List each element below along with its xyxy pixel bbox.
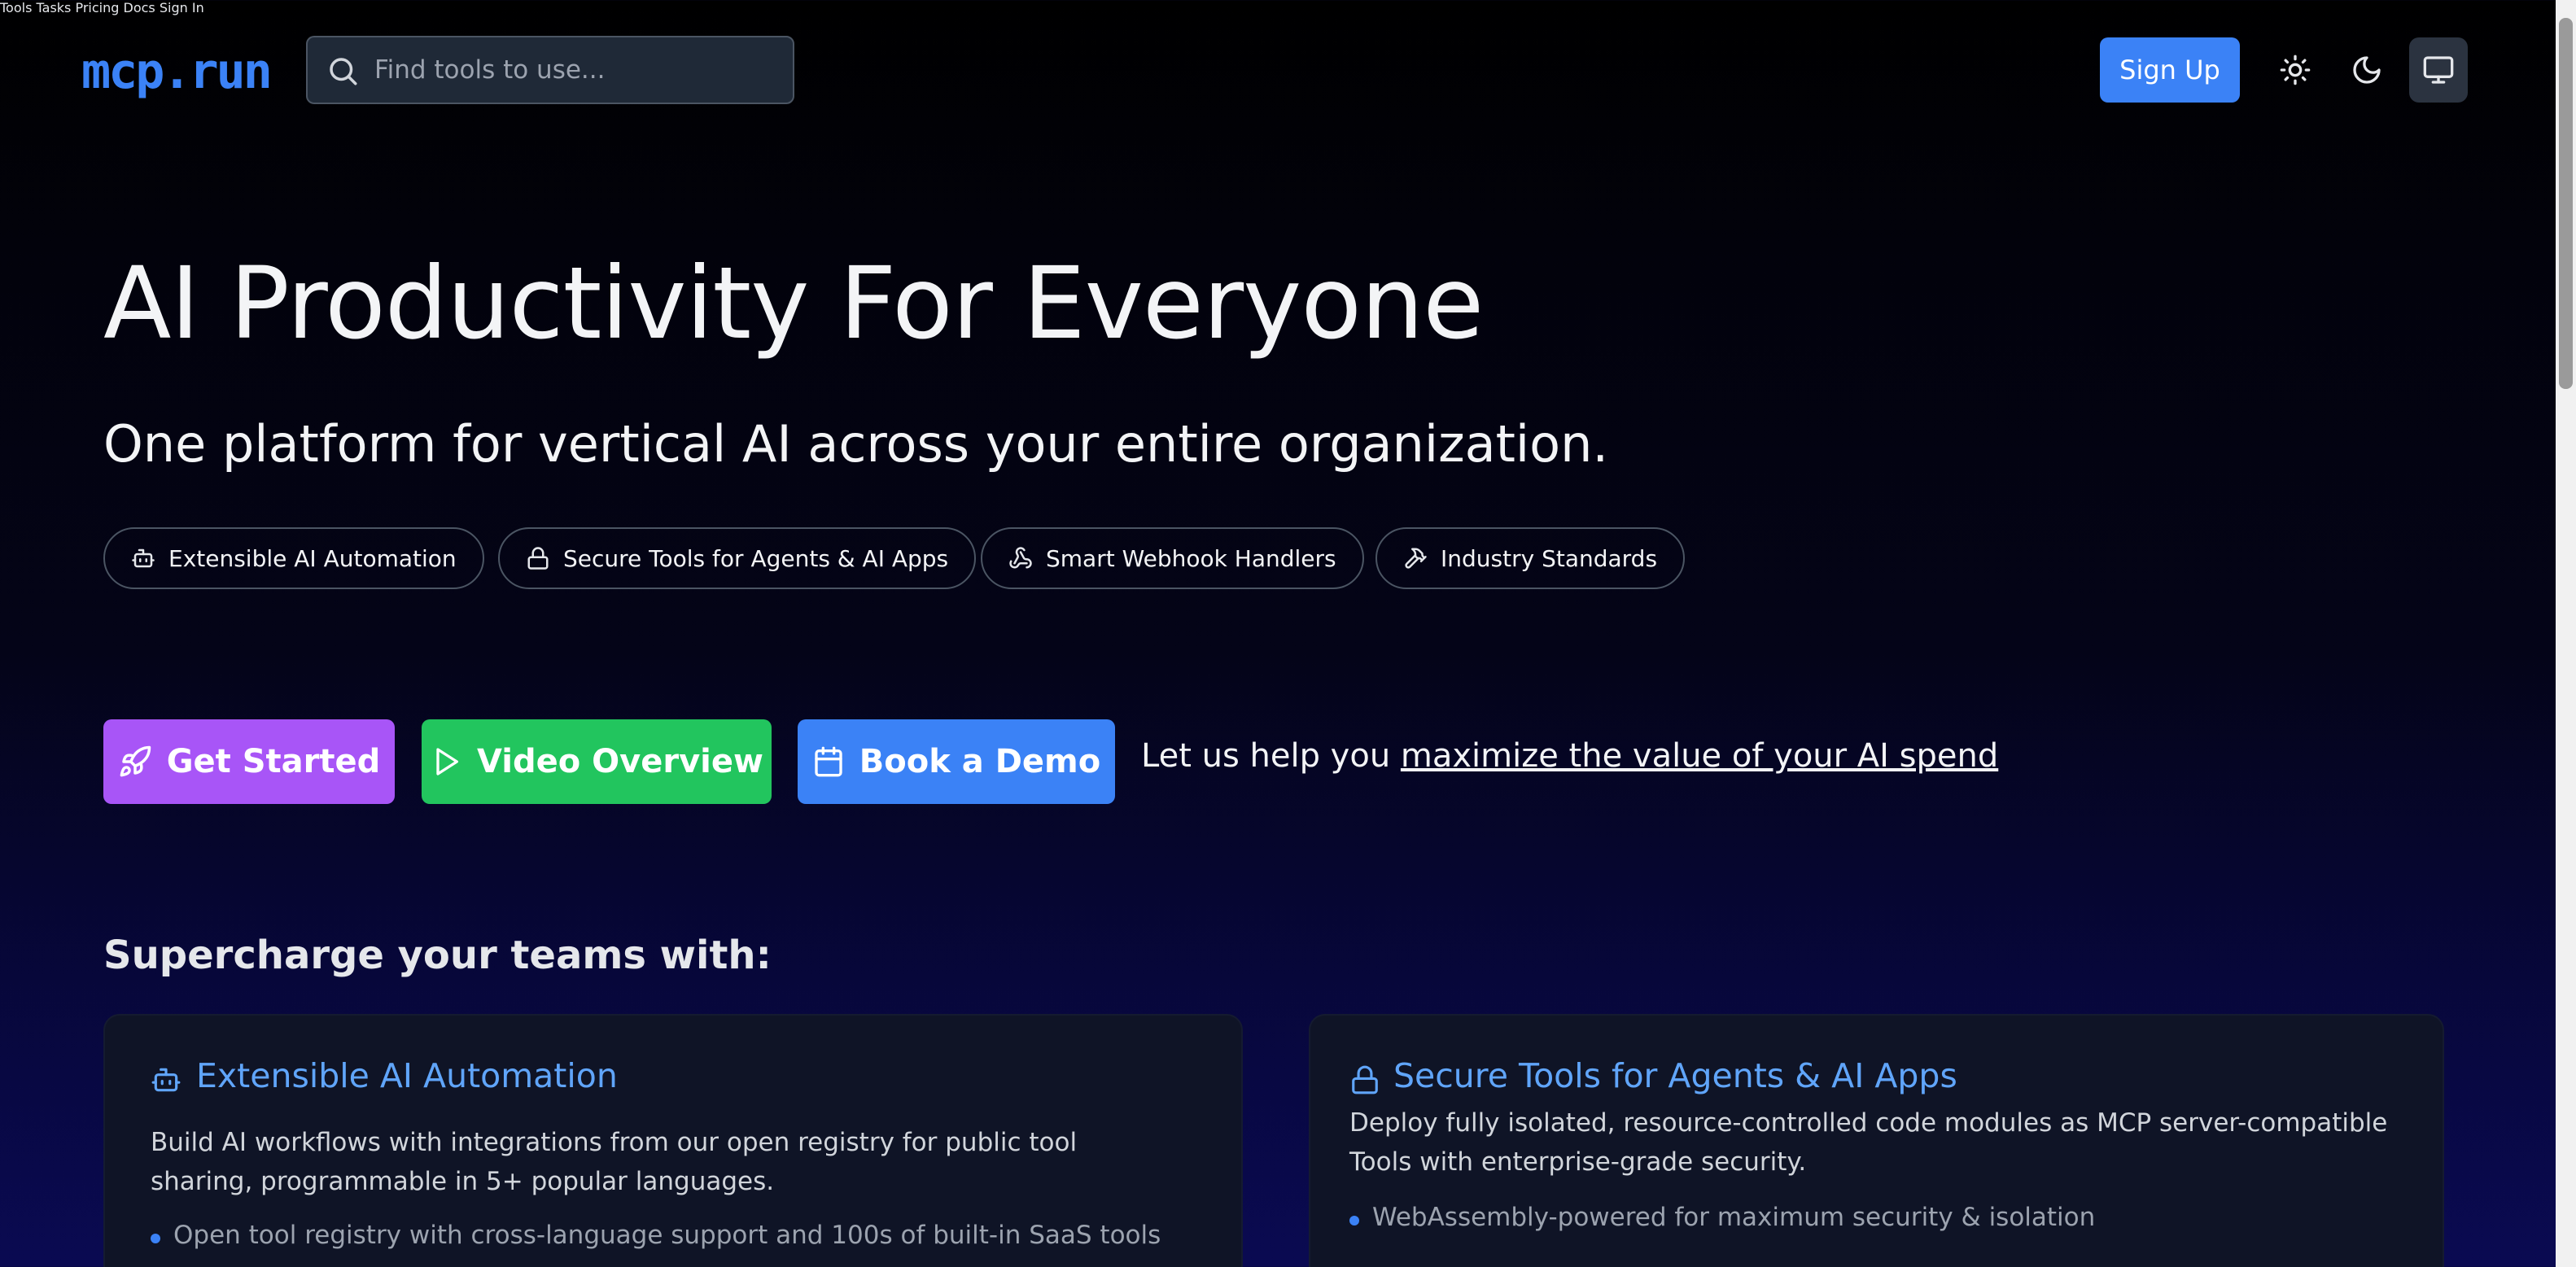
button-label: Book a Demo [859,743,1101,780]
maximize-value-link[interactable]: maximize the value of your AI spend [1401,737,1998,775]
feature-card-secure-tools: Secure Tools for Agents & AI Apps Deploy… [1309,1014,2444,1267]
get-started-button[interactable]: Get Started [103,719,395,804]
card-bullet: WebAssembly-powered for maximum security… [1349,1203,2096,1232]
button-label: Get Started [166,743,381,780]
hero-subtitle: One platform for vertical AI across your… [103,414,1609,474]
pill-label: Industry Standards [1441,544,1658,572]
search-icon [330,58,357,85]
bot-icon [151,1068,181,1092]
nav-docs[interactable]: Docs [124,0,155,15]
card-title: Secure Tools for Agents & AI Apps [1393,1056,1957,1095]
play-icon [436,748,459,775]
nav-sign-in[interactable]: Sign In [160,0,204,15]
monitor-icon [2423,56,2454,84]
nav-pricing[interactable]: Pricing [75,0,119,15]
search-input[interactable] [374,37,781,103]
card-description: Build AI workflows with integrations fro… [151,1128,1078,1196]
button-label: Video Overview [477,743,763,780]
lock-icon [1352,1065,1378,1094]
pill-extensible-ai-automation[interactable]: Extensible AI Automation [103,527,484,589]
lock-icon [527,547,549,570]
pill-secure-tools[interactable]: Secure Tools for Agents & AI Apps [498,527,977,589]
webhook-icon [1009,547,1032,569]
sun-icon [2280,55,2311,85]
site-header: mcp.run Tools Tasks Pricing Docs Sign In… [0,0,2556,140]
help-prefix: Let us help you [1141,737,1401,775]
search-box[interactable] [306,36,794,104]
pill-label: Secure Tools for Agents & AI Apps [563,544,949,572]
pill-label: Extensible AI Automation [168,544,457,572]
scrollbar[interactable] [2556,0,2576,1267]
pill-industry-standards[interactable]: Industry Standards [1375,527,1686,589]
video-overview-button[interactable]: Video Overview [422,719,772,804]
card-bullet: Open tool registry with cross-language s… [150,1221,1161,1250]
hero-title: AI Productivity For Everyone [103,246,1484,361]
pill-smart-webhook-handlers[interactable]: Smart Webhook Handlers [981,527,1364,589]
help-text: Let us help you maximize the value of yo… [1141,737,1998,775]
hammer-icon [1405,548,1427,569]
nav-tools[interactable]: Tools [0,0,32,15]
section-title: Supercharge your teams with: [103,933,772,978]
card-description: Deploy fully isolated, resource-controll… [1349,1108,2388,1177]
moon-icon [2353,56,2381,84]
book-demo-button[interactable]: Book a Demo [798,719,1115,804]
nav-tasks[interactable]: Tasks [37,0,72,15]
bot-icon [132,548,155,568]
system-theme-button[interactable] [2409,37,2468,103]
feature-card-extensible-ai-automation: Extensible AI Automation Build AI workfl… [103,1014,1243,1267]
calendar-icon [815,746,842,777]
scrollbar-thumb[interactable] [2559,18,2573,389]
sign-up-button[interactable]: Sign Up [2100,37,2240,103]
dark-theme-button[interactable] [2338,37,2396,103]
light-theme-button[interactable] [2266,37,2325,103]
card-title: Extensible AI Automation [196,1056,618,1095]
pill-label: Smart Webhook Handlers [1046,544,1336,572]
rocket-icon [120,745,151,777]
logo[interactable]: mcp.run [81,44,273,99]
